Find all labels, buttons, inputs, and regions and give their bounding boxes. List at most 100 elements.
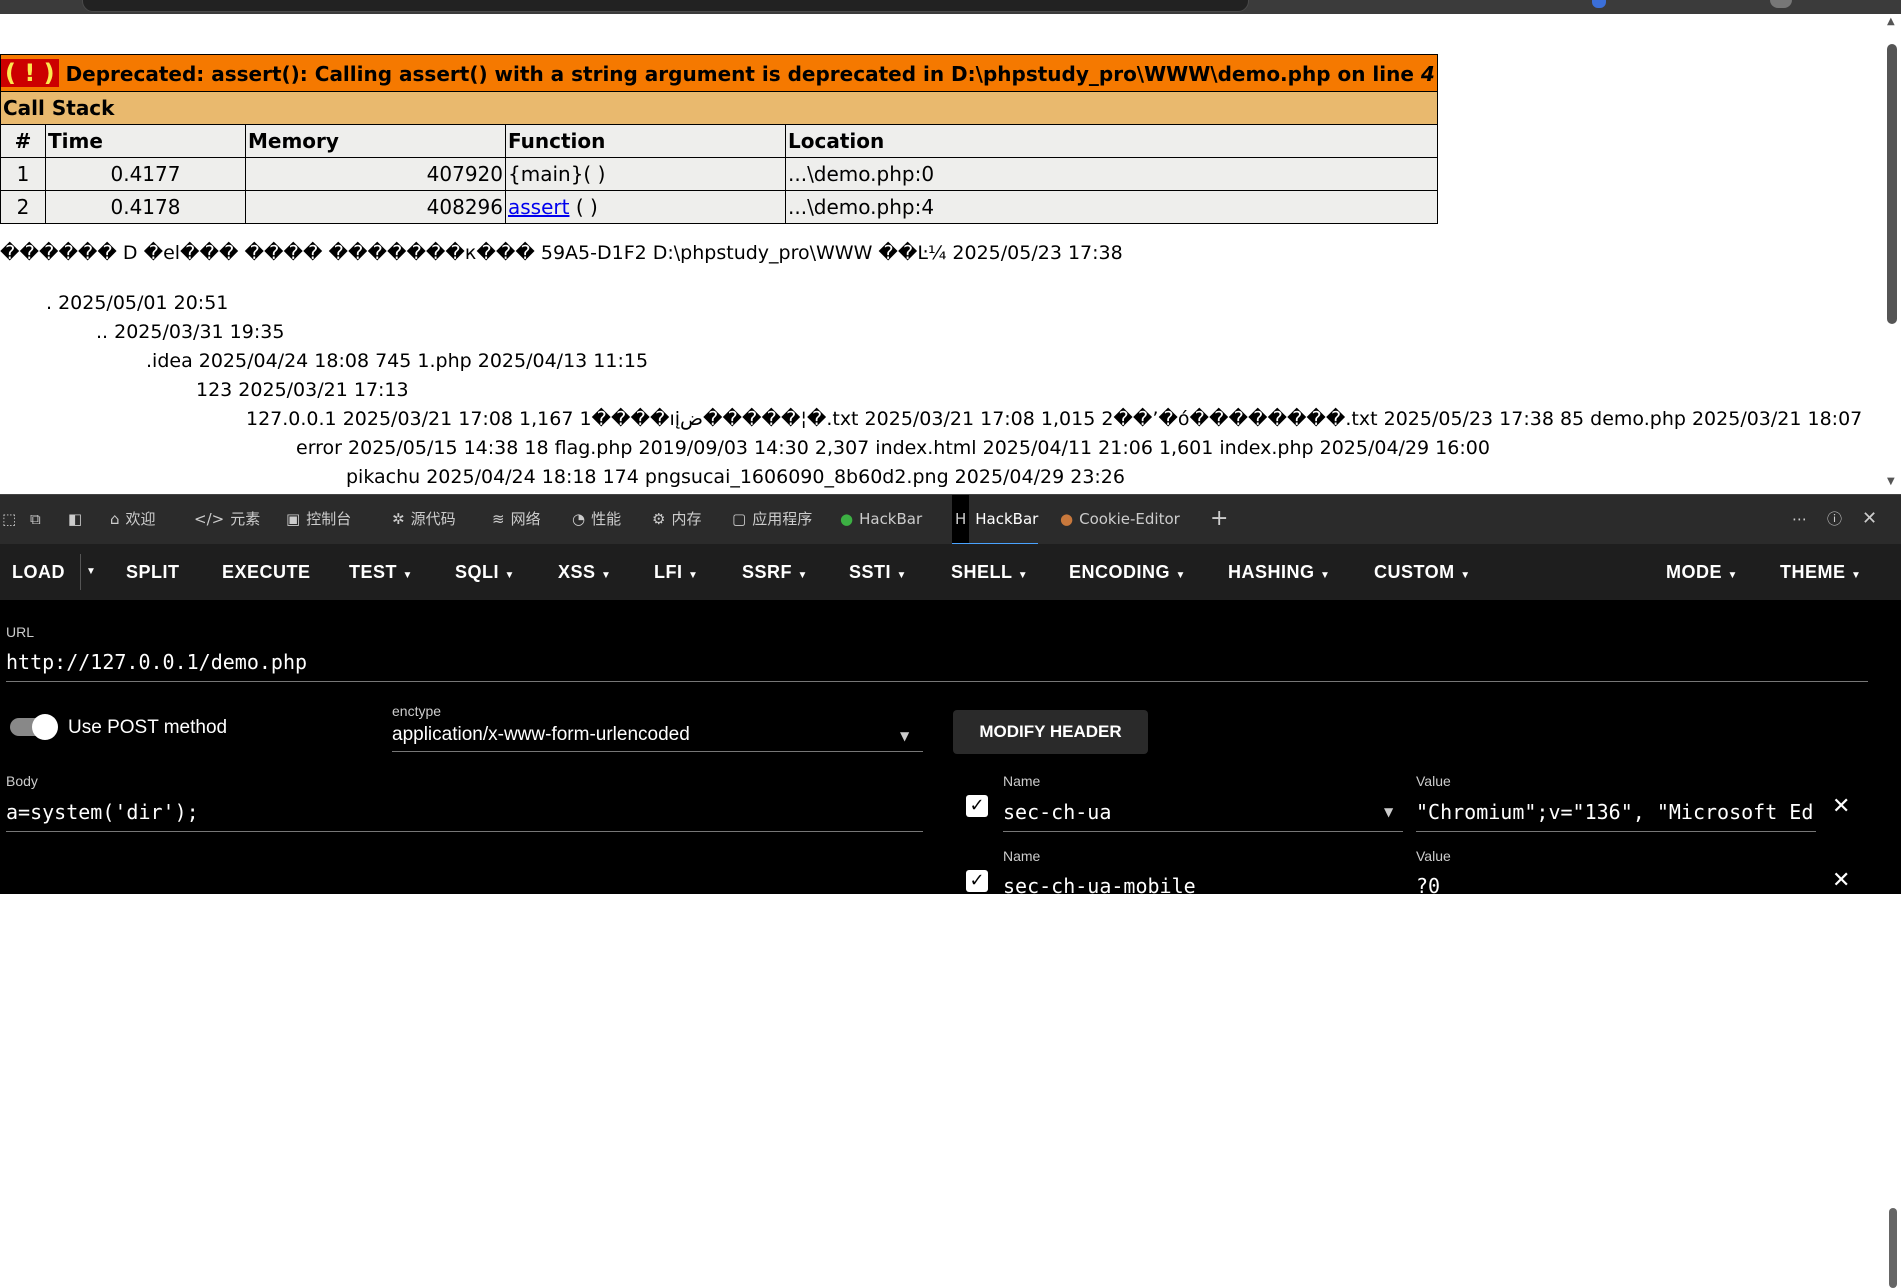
- dock-icon[interactable]: ◧: [68, 495, 82, 543]
- tab-elements[interactable]: </> 元素: [194, 495, 260, 543]
- bug-icon: ✲: [392, 510, 405, 528]
- header-name-input[interactable]: sec-ch-ua: [1003, 800, 1111, 824]
- modify-header-button[interactable]: MODIFY HEADER: [953, 710, 1148, 754]
- tab-hackbar-1[interactable]: ● HackBar: [840, 495, 922, 543]
- header-value-input[interactable]: ?0: [1416, 874, 1440, 898]
- menu-encoding[interactable]: ENCODING ▼: [1069, 544, 1186, 600]
- device-toolbar-icon[interactable]: ⧉: [30, 495, 41, 543]
- url-underline: [6, 681, 1868, 682]
- chevron-down-icon: ▼: [1175, 570, 1186, 581]
- post-method-label: Use POST method: [68, 717, 228, 738]
- tab-hackbar-2[interactable]: H HackBar: [952, 495, 1039, 545]
- remove-header-icon[interactable]: ✕: [1832, 794, 1850, 819]
- header-value-underline: [1416, 831, 1816, 832]
- header-name-input[interactable]: sec-ch-ua-mobile: [1003, 874, 1196, 898]
- tab-sources[interactable]: ✲ 源代码: [392, 495, 456, 543]
- menu-mode[interactable]: MODE ▼: [1666, 544, 1738, 600]
- chevron-down-icon: ▼: [1851, 570, 1862, 581]
- profile-avatar[interactable]: [1770, 0, 1792, 8]
- dir-output-line: . 2025/05/01 20:51: [46, 292, 229, 314]
- header-enabled-checkbox[interactable]: ✓: [966, 870, 988, 892]
- menu-label: XSS: [558, 562, 596, 582]
- address-bar[interactable]: [82, 0, 1249, 12]
- header-name-underline: [1003, 831, 1403, 832]
- row-num: 1: [0, 157, 46, 191]
- url-input[interactable]: http://127.0.0.1/demo.php: [6, 650, 307, 674]
- tab-label: 控制台: [306, 510, 352, 528]
- scrollbar-thumb[interactable]: [1887, 44, 1897, 324]
- tab-label: HackBar: [975, 510, 1039, 528]
- tab-network[interactable]: ≋ 网络: [492, 495, 541, 543]
- chevron-down-icon: ▼: [688, 570, 699, 581]
- scroll-down-icon[interactable]: ▼: [1887, 476, 1895, 487]
- add-tab-icon[interactable]: +: [1210, 495, 1228, 543]
- menu-label: THEME: [1780, 562, 1846, 582]
- extension-icon[interactable]: [1592, 0, 1606, 8]
- tab-label: 欢迎: [125, 510, 156, 528]
- header-value-input[interactable]: "Chromium";v="136", "Microsoft Ed: [1416, 800, 1816, 824]
- dir-output-line: 127.0.0.1 2025/03/21 17:08 1,167 1����ıį…: [246, 408, 1863, 430]
- console-icon: ▣: [286, 510, 301, 528]
- call-stack-title: Call Stack: [0, 91, 1438, 125]
- menu-custom[interactable]: CUSTOM ▼: [1374, 544, 1471, 600]
- body-textarea[interactable]: a=system('dir');: [6, 800, 199, 824]
- load-dropdown-icon[interactable]: ▼: [86, 544, 96, 600]
- tab-cookie-editor[interactable]: ● Cookie-Editor: [1060, 495, 1180, 543]
- scroll-up-icon[interactable]: ▲: [1887, 16, 1895, 27]
- more-icon[interactable]: ⋯: [1792, 495, 1807, 543]
- menu-lfi[interactable]: LFI ▼: [654, 544, 698, 600]
- page-content: ( ! ) Deprecated: assert(): Calling asse…: [0, 14, 1901, 494]
- gauge-icon: ◔: [572, 510, 586, 528]
- col-memory: Memory: [245, 124, 506, 158]
- menu-label: CUSTOM: [1374, 562, 1455, 582]
- menu-xss[interactable]: XSS ▼: [558, 544, 611, 600]
- menu-label: TEST: [349, 562, 398, 582]
- header-name-label: Name: [1003, 773, 1041, 789]
- chevron-down-icon: ▼: [1017, 570, 1029, 581]
- row-time: 0.4178: [45, 190, 246, 224]
- close-devtools-icon[interactable]: ✕: [1862, 495, 1877, 543]
- tab-welcome[interactable]: ⌂ 欢迎: [110, 495, 156, 543]
- tab-label: 内存: [671, 510, 702, 528]
- menu-ssrf[interactable]: SSRF ▼: [742, 544, 808, 600]
- menu-execute[interactable]: EXECUTE: [222, 544, 311, 600]
- tab-label: 源代码: [410, 510, 456, 528]
- col-function: Function: [505, 124, 786, 158]
- row-num: 2: [0, 190, 46, 224]
- post-method-toggle[interactable]: [10, 714, 58, 740]
- tab-memory[interactable]: ⚙ 内存: [652, 495, 701, 543]
- header-value-label: Value: [1416, 848, 1451, 864]
- help-icon[interactable]: ⓘ: [1827, 495, 1842, 543]
- chevron-down-icon: ▼: [402, 570, 413, 581]
- page-scrollbar[interactable]: ▲ ▼: [1883, 14, 1901, 494]
- menu-load[interactable]: LOAD: [12, 544, 65, 600]
- tab-console[interactable]: ▣ 控制台: [286, 495, 351, 543]
- tab-label: HackBar: [859, 510, 923, 528]
- body-underline: [6, 831, 923, 832]
- menu-split[interactable]: SPLIT: [126, 544, 180, 600]
- separator: [80, 554, 81, 590]
- menu-label: SSTI: [849, 562, 892, 582]
- menu-theme[interactable]: THEME ▼: [1780, 544, 1861, 600]
- menu-test[interactable]: TEST ▼: [349, 544, 413, 600]
- remove-header-icon[interactable]: ✕: [1832, 868, 1850, 893]
- enctype-select[interactable]: application/x-www-form-urlencoded: [392, 724, 690, 746]
- assert-doc-link[interactable]: assert: [508, 195, 569, 219]
- header-name-dropdown-icon[interactable]: ▼: [1384, 805, 1393, 819]
- menu-sqli[interactable]: SQLI ▼: [455, 544, 515, 600]
- header-enabled-checkbox[interactable]: ✓: [966, 795, 988, 817]
- panel-scrollbar[interactable]: [1889, 1208, 1897, 1288]
- devtools-tab-bar: ⬚ ⧉ ◧ ⌂ 欢迎 </> 元素 ▣ 控制台 ✲ 源代码 ≋ 网络 ◔ 性能 ⚙ 内存 ▢ 应…: [0, 494, 1901, 545]
- tab-application[interactable]: ▢ 应用程序: [732, 495, 812, 543]
- error-message: Deprecated: assert(): Calling assert() w…: [65, 62, 1421, 86]
- tab-performance[interactable]: ◔ 性能: [572, 495, 621, 543]
- tab-label: 元素: [230, 510, 261, 528]
- menu-ssti[interactable]: SSTI ▼: [849, 544, 907, 600]
- row-function: assert ( ): [505, 190, 786, 224]
- menu-label: MODE: [1666, 562, 1722, 582]
- menu-shell[interactable]: SHELL ▼: [951, 544, 1028, 600]
- inspect-icon[interactable]: ⬚: [2, 495, 16, 543]
- menu-hashing[interactable]: HASHING ▼: [1228, 544, 1330, 600]
- header-name-label: Name: [1003, 848, 1041, 864]
- enctype-dropdown-icon[interactable]: ▼: [900, 729, 909, 743]
